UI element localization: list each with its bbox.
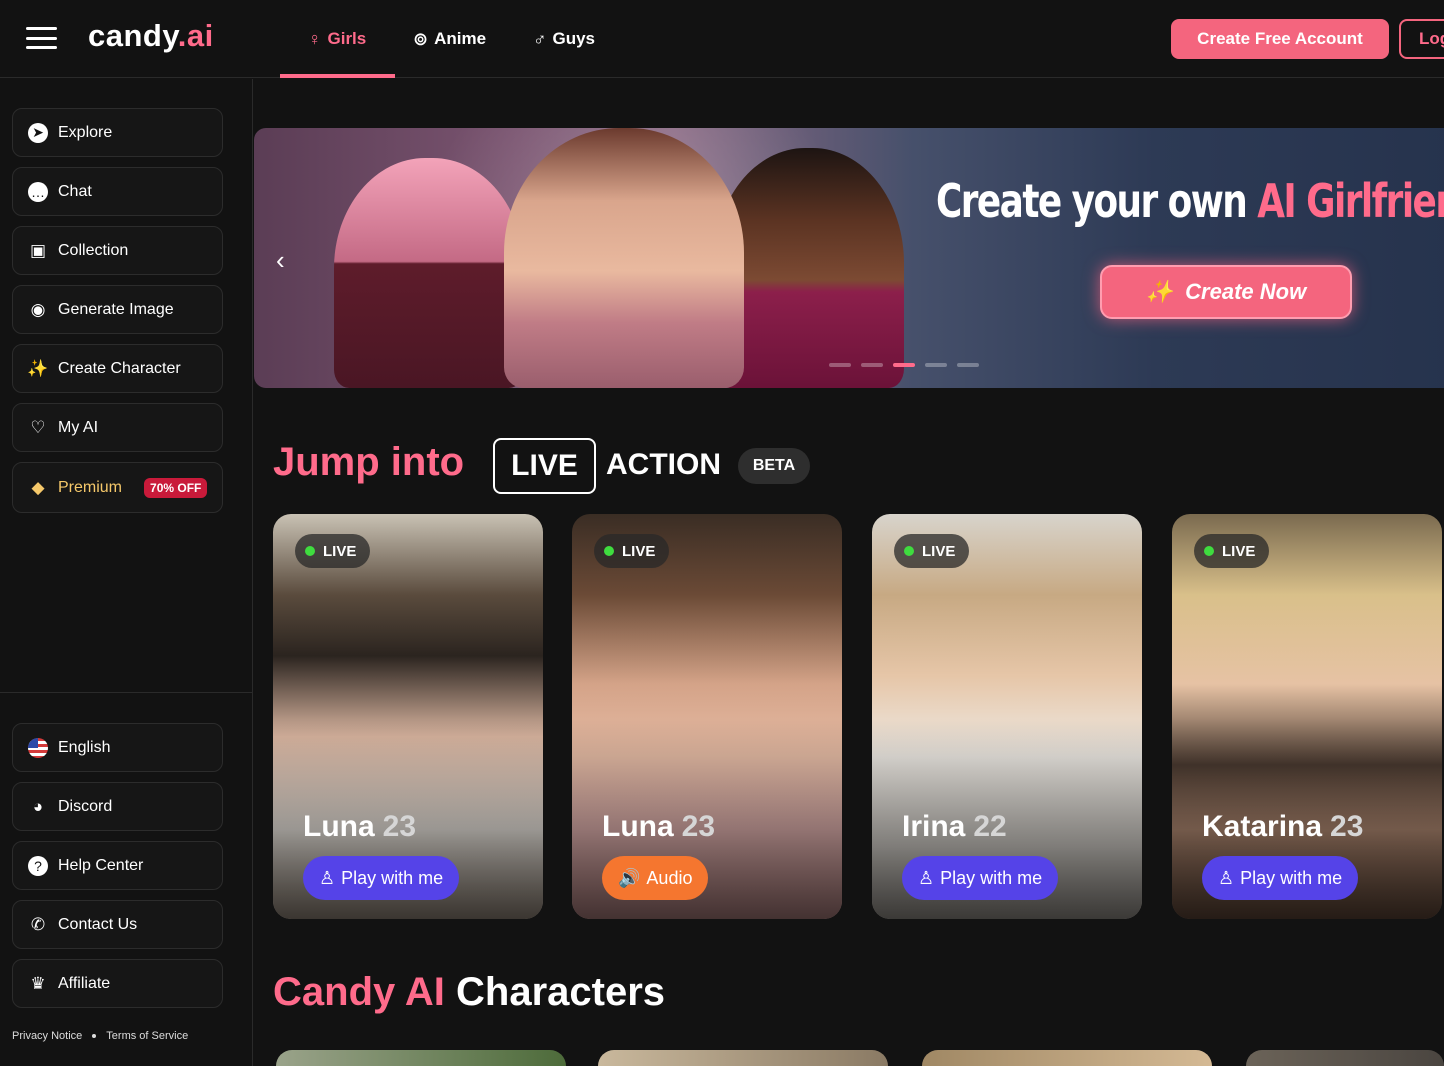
character-thumbnail[interactable] xyxy=(598,1050,888,1066)
logo[interactable]: candy.ai xyxy=(88,18,214,54)
create-account-button[interactable]: Create Free Account xyxy=(1171,19,1389,59)
card-name: Irina 22 xyxy=(902,810,1007,843)
discount-badge: 70% OFF xyxy=(144,477,208,498)
sidebar-item-generate-image[interactable]: ◉ Generate Image xyxy=(12,285,223,334)
banner-pagination xyxy=(829,363,979,367)
sidebar-item-contact-us[interactable]: ✆ Contact Us xyxy=(12,900,223,949)
sidebar-item-premium[interactable]: ◆ Premium 70% OFF xyxy=(12,462,223,513)
banner-character-image xyxy=(334,158,524,388)
sidebar-item-affiliate[interactable]: ♛ Affiliate xyxy=(12,959,223,1008)
banner-dot[interactable] xyxy=(957,363,979,367)
banner-dot[interactable] xyxy=(925,363,947,367)
tab-guys[interactable]: ♂ Guys xyxy=(533,0,595,78)
terms-link[interactable]: Terms of Service xyxy=(106,1030,188,1042)
action-label: ACTION xyxy=(606,448,721,481)
live-badge: LIVE xyxy=(1194,534,1270,568)
audio-button[interactable]: 🔊 Audio xyxy=(602,856,709,900)
contact-icon: ✆ xyxy=(30,914,46,934)
us-flag-icon xyxy=(28,737,48,758)
character-card-luna-audio[interactable]: LIVE Luna 23 🔊 Audio xyxy=(572,514,842,919)
trophy-icon: ♛ xyxy=(30,973,46,993)
card-name: Luna 23 xyxy=(602,810,716,843)
privacy-link[interactable]: Privacy Notice xyxy=(12,1030,82,1042)
chat-icon: … xyxy=(28,181,48,202)
character-thumbnail[interactable] xyxy=(276,1050,566,1066)
live-label-box: LIVE xyxy=(493,438,596,494)
live-badge: LIVE xyxy=(894,534,970,568)
live-badge: LIVE xyxy=(594,534,670,568)
banner-dot[interactable] xyxy=(893,363,915,367)
live-dot-icon xyxy=(904,546,914,556)
menu-icon[interactable] xyxy=(26,27,57,49)
sidebar: ➤ Explore … Chat ▣ Collection ◉ Generate… xyxy=(0,79,253,1066)
live-section-title: Jump into xyxy=(273,440,465,484)
character-thumbnail[interactable] xyxy=(1246,1050,1444,1066)
banner-title: Create your own AI Girlfriend xyxy=(936,174,1444,228)
gallery-icon: ▣ xyxy=(29,240,47,260)
login-button[interactable]: Login xyxy=(1399,19,1444,59)
joystick-icon: ♙ xyxy=(918,867,935,888)
speaker-icon: 🔊 xyxy=(618,867,641,888)
footer-separator xyxy=(92,1034,97,1038)
discord-icon: ◕ xyxy=(32,796,44,816)
sidebar-item-language[interactable]: English xyxy=(12,723,223,772)
banner-character-image xyxy=(504,128,744,388)
tab-girls[interactable]: ♀ Girls xyxy=(308,0,366,78)
sidebar-item-chat[interactable]: … Chat xyxy=(12,167,223,216)
tab-anime[interactable]: ⊚ Anime xyxy=(413,0,486,78)
female-icon: ♀ xyxy=(308,28,322,49)
sidebar-item-collection[interactable]: ▣ Collection xyxy=(12,226,223,275)
card-name: Katarina 23 xyxy=(1202,810,1364,843)
footer-links: Privacy Notice Terms of Service xyxy=(12,1030,188,1042)
banner-dot[interactable] xyxy=(829,363,851,367)
magic-wand-icon: ✨ xyxy=(27,358,49,378)
active-tab-indicator xyxy=(280,74,395,78)
live-badge: LIVE xyxy=(295,534,371,568)
live-dot-icon xyxy=(1204,546,1214,556)
banner-dot[interactable] xyxy=(861,363,883,367)
card-name: Luna 23 xyxy=(303,810,417,843)
character-card-luna[interactable]: LIVE Luna 23 ♙ Play with me xyxy=(273,514,543,919)
sidebar-divider xyxy=(0,692,253,693)
help-icon: ? xyxy=(28,855,48,876)
joystick-icon: ♙ xyxy=(319,867,336,888)
beta-badge: BETA xyxy=(738,448,810,484)
play-with-me-button[interactable]: ♙ Play with me xyxy=(902,856,1059,900)
diamond-icon: ◆ xyxy=(31,477,45,497)
live-dot-icon xyxy=(305,546,315,556)
sidebar-item-explore[interactable]: ➤ Explore xyxy=(12,108,223,157)
compass-icon: ➤ xyxy=(28,122,48,143)
character-thumbnail[interactable] xyxy=(922,1050,1212,1066)
play-with-me-button[interactable]: ♙ Play with me xyxy=(1202,856,1359,900)
banner-prev-arrow-icon[interactable]: ‹ xyxy=(276,245,285,276)
sidebar-item-help-center[interactable]: ? Help Center xyxy=(12,841,223,890)
top-navbar: candy.ai ♀ Girls ⊚ Anime ♂ Guys Create F… xyxy=(0,0,1444,78)
sparkle-icon: ✨ xyxy=(1145,279,1174,304)
camera-icon: ◉ xyxy=(30,299,46,319)
sidebar-item-my-ai[interactable]: ♡ My AI xyxy=(12,403,223,452)
male-icon: ♂ xyxy=(533,28,547,49)
hero-banner[interactable]: ‹ Create your own AI Girlfriend ✨ Create… xyxy=(254,128,1444,388)
sidebar-item-create-character[interactable]: ✨ Create Character xyxy=(12,344,223,393)
joystick-icon: ♙ xyxy=(1218,867,1235,888)
live-dot-icon xyxy=(604,546,614,556)
characters-section-title: Candy AI Characters xyxy=(273,970,666,1014)
play-with-me-button[interactable]: ♙ Play with me xyxy=(303,856,460,900)
character-card-katarina[interactable]: LIVE Katarina 23 ♙ Play with me xyxy=(1172,514,1442,919)
sidebar-item-discord[interactable]: ◕ Discord xyxy=(12,782,223,831)
heart-icon: ♡ xyxy=(30,417,46,437)
anime-icon: ⊚ xyxy=(413,28,429,49)
create-now-button[interactable]: ✨ Create Now xyxy=(1100,265,1352,319)
character-card-irina[interactable]: LIVE Irina 22 ♙ Play with me xyxy=(872,514,1142,919)
